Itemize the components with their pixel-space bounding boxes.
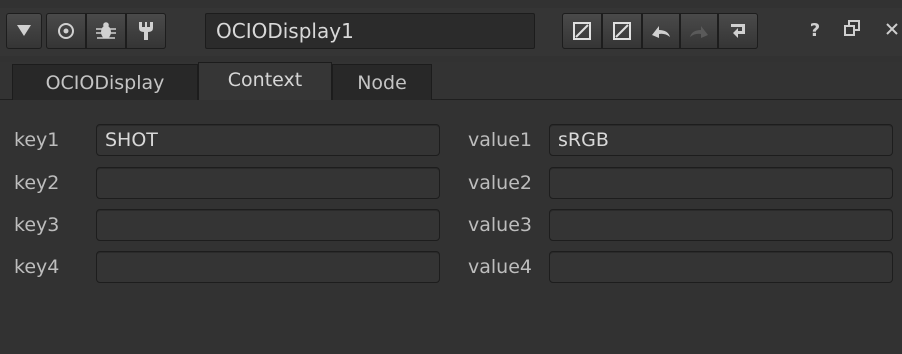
key1-label: key1 — [14, 129, 60, 151]
float-window-icon[interactable] — [842, 20, 862, 42]
wrench-icon[interactable] — [126, 13, 166, 49]
value2-field[interactable] — [549, 167, 893, 199]
key2-field[interactable] — [96, 167, 440, 199]
node-name-field[interactable]: OCIODisplay1 — [205, 13, 535, 49]
value2-label: value2 — [468, 172, 532, 194]
tab-node[interactable]: Node — [332, 64, 432, 100]
properties-titlebar: OCIODisplay1 ? — [0, 8, 902, 56]
redo-icon[interactable] — [680, 13, 718, 49]
viewer-circle-icon[interactable] — [46, 13, 86, 49]
value4-field[interactable] — [549, 251, 893, 283]
key3-field[interactable] — [96, 209, 440, 241]
key3-label: key3 — [14, 214, 60, 236]
close-icon[interactable] — [882, 20, 902, 42]
help-icon[interactable]: ? — [805, 20, 825, 42]
slash-box-icon[interactable] — [602, 13, 642, 49]
value4-label: value4 — [468, 256, 532, 278]
key4-label: key4 — [14, 256, 60, 278]
tab-ociodisplay[interactable]: OCIODisplay — [12, 64, 198, 100]
value1-label: value1 — [468, 129, 532, 151]
undo-icon[interactable] — [642, 13, 680, 49]
value3-field[interactable] — [549, 209, 893, 241]
slash-box-icon[interactable] — [562, 13, 602, 49]
bug-icon[interactable] — [86, 13, 126, 49]
collapse-arrow-icon[interactable] — [6, 13, 42, 49]
properties-tabs: OCIODisplay Context Node — [0, 62, 902, 100]
revert-icon[interactable] — [718, 13, 758, 49]
key4-field[interactable] — [96, 251, 440, 283]
value3-label: value3 — [468, 214, 532, 236]
key2-label: key2 — [14, 172, 60, 194]
node-properties-panel: OCIODisplay1 ? OCIODisplay Context Node — [0, 0, 902, 354]
context-tab-content: key1 SHOT value1 sRGB key2 value2 key3 v… — [0, 100, 902, 354]
tab-context[interactable]: Context — [198, 62, 332, 100]
value1-field[interactable]: sRGB — [549, 124, 893, 156]
key1-field[interactable]: SHOT — [96, 124, 440, 156]
